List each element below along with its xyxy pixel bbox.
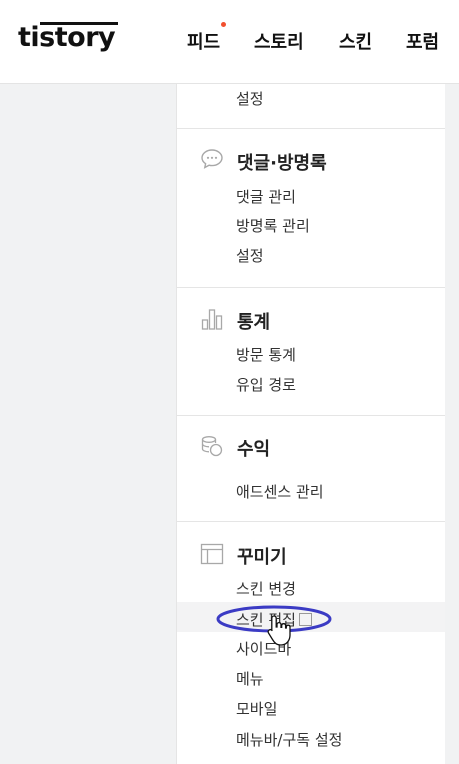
- comment-icon: [201, 149, 223, 169]
- sidebar-item-menubar-subscribe[interactable]: 메뉴바/구독 설정: [236, 729, 342, 750]
- sidebar-item-skin-change[interactable]: 스킨 변경: [236, 578, 296, 599]
- sidebar-item-mobile[interactable]: 모바일: [236, 698, 277, 719]
- left-gutter: [0, 84, 176, 764]
- section-title-revenue[interactable]: 수익: [237, 435, 270, 461]
- tistory-logo[interactable]: tistory: [18, 22, 116, 53]
- section-title-stats[interactable]: 통계: [237, 308, 270, 334]
- sidebar-item-adsense[interactable]: 애드센스 관리: [236, 481, 324, 502]
- section-divider: [177, 415, 445, 416]
- sidebar-item-comment-settings[interactable]: 설정: [236, 245, 264, 266]
- section-title-customize[interactable]: 꾸미기: [237, 543, 287, 569]
- admin-sidebar: [176, 84, 445, 764]
- sidebar-item-comment-manage[interactable]: 댓글 관리: [236, 186, 296, 207]
- nav-feed[interactable]: 피드: [187, 28, 220, 54]
- top-header: tistory 피드 스토리 스킨 포럼: [0, 0, 459, 84]
- sidebar-item-guestbook-manage[interactable]: 방명록 관리: [236, 215, 310, 236]
- nav-story[interactable]: 스토리: [254, 28, 304, 54]
- sidebar-item-referrer[interactable]: 유입 경로: [236, 374, 296, 395]
- layout-icon: [200, 543, 224, 565]
- section-divider: [177, 128, 445, 129]
- section-divider: [177, 521, 445, 522]
- sidebar-item-settings-top[interactable]: 설정: [236, 88, 264, 109]
- sidebar-item-menu[interactable]: 메뉴: [236, 668, 264, 689]
- section-title-comments[interactable]: 댓글·방명록: [237, 149, 327, 175]
- nav-skin[interactable]: 스킨: [339, 28, 372, 54]
- nav-forum[interactable]: 포럼: [406, 28, 439, 54]
- notification-dot: [221, 22, 226, 27]
- section-divider: [177, 287, 445, 288]
- bar-chart-icon: [201, 309, 223, 330]
- right-gutter: [445, 84, 459, 764]
- sidebar-item-visit-stats[interactable]: 방문 통계: [236, 344, 296, 365]
- coins-icon: [201, 436, 223, 457]
- hand-cursor-icon: [267, 615, 291, 646]
